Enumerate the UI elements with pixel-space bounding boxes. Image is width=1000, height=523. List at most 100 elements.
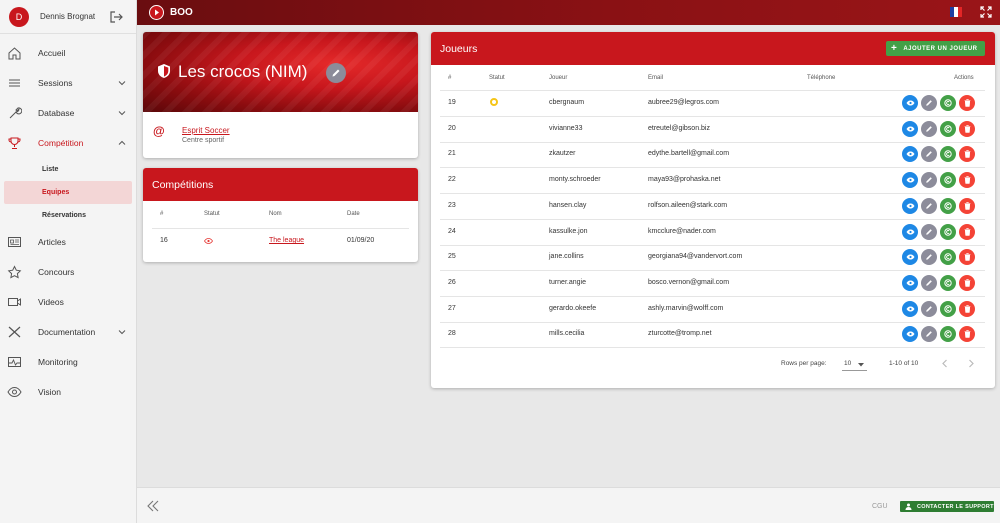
edit-button[interactable] [921, 326, 937, 343]
player-username: cbergnaum [549, 99, 585, 106]
sidebar-item-database[interactable]: Database [0, 98, 136, 128]
delete-button[interactable] [959, 249, 975, 266]
chevron-left-icon[interactable] [941, 359, 949, 368]
column-header: Email [648, 75, 664, 81]
user-name: Dennis Brognat [40, 12, 96, 21]
validate-button[interactable] [940, 249, 956, 266]
sidebar-subitem-reservations[interactable]: Réservations [0, 204, 136, 227]
view-button[interactable] [902, 223, 918, 240]
player-username: zkautzer [549, 150, 576, 158]
view-button[interactable] [902, 172, 918, 189]
sidebar-item-sessions[interactable]: Sessions [0, 68, 136, 98]
sidebar-item-competition[interactable]: Compétition [0, 128, 136, 158]
validate-button[interactable] [940, 146, 956, 163]
fullscreen-icon[interactable] [980, 6, 992, 18]
view-button[interactable] [902, 146, 918, 163]
edit-button[interactable] [921, 120, 937, 137]
sidebar-subitem-equipes[interactable]: Equipes [4, 181, 132, 204]
sidebar-item-label: Database [38, 108, 75, 118]
pencil-icon [926, 177, 932, 183]
delete-button[interactable] [959, 300, 975, 317]
validate-button[interactable] [940, 326, 956, 343]
player-email: zturcotte@tromp.net [648, 330, 712, 338]
row-actions [902, 197, 975, 214]
column-header: Actions [954, 75, 974, 81]
validate-button[interactable] [940, 172, 956, 189]
sidebar-item-accueil[interactable]: Accueil [0, 38, 136, 68]
language-flag-icon[interactable] [950, 7, 962, 17]
contact-support-button[interactable]: CONTACTER LE SUPPORT [900, 501, 994, 512]
eye-icon [906, 203, 914, 209]
delete-button[interactable] [959, 223, 975, 240]
chevron-right-icon[interactable] [967, 359, 975, 368]
brand-logo[interactable] [149, 5, 164, 20]
sidebar-item-label: Accueil [38, 48, 66, 58]
eye-icon [906, 306, 914, 312]
view-button[interactable] [902, 274, 918, 291]
validate-button[interactable] [940, 274, 956, 291]
cgu-link[interactable]: CGU [872, 503, 888, 510]
sidebar-subitem-liste[interactable]: Liste [0, 158, 136, 181]
add-player-button[interactable]: + AJOUTER UN JOUEUR [886, 41, 985, 56]
edit-button[interactable] [921, 146, 937, 163]
pagination-range: 1-10 of 10 [889, 360, 919, 367]
validate-button[interactable] [940, 197, 956, 214]
caret-down-icon [858, 363, 864, 367]
validate-button[interactable] [940, 95, 956, 111]
edit-team-button[interactable] [326, 63, 346, 83]
delete-button[interactable] [959, 326, 975, 343]
avatar[interactable]: D [9, 6, 29, 27]
players-header: Joueurs + AJOUTER UN JOUEUR [431, 32, 995, 65]
collapse-sidebar-icon[interactable] [147, 500, 159, 512]
trash-icon [964, 227, 970, 236]
sidebar-item-label: Documentation [38, 327, 96, 337]
column-header: Statut [204, 211, 220, 217]
eye-icon [906, 151, 914, 157]
logout-icon[interactable] [109, 10, 123, 24]
validate-button[interactable] [940, 300, 956, 317]
view-button[interactable] [902, 249, 918, 266]
player-username: mills.cecilia [549, 330, 585, 338]
column-header: # [160, 211, 164, 217]
sidebar-item-label: Articles [38, 237, 66, 247]
edit-button[interactable] [921, 172, 937, 189]
validate-button[interactable] [940, 120, 956, 137]
column-header: Joueur [549, 75, 568, 81]
view-button[interactable] [902, 95, 918, 111]
delete-button[interactable] [959, 95, 975, 111]
newspaper-icon [8, 237, 21, 247]
sidebar-item-videos[interactable]: Videos [0, 287, 136, 317]
sidebar-item-articles[interactable]: Articles [0, 227, 136, 257]
rows-per-page-select[interactable]: 10 [842, 357, 867, 371]
delete-button[interactable] [959, 197, 975, 214]
sidebar-item-concours[interactable]: Concours [0, 257, 136, 287]
table-row: 27 gerardo.okeefe ashly.marvin@wolff.com [440, 297, 985, 323]
sidebar-item-monitoring[interactable]: Monitoring [0, 347, 136, 377]
delete-button[interactable] [959, 146, 975, 163]
edit-button[interactable] [921, 197, 937, 214]
club-link[interactable]: Esprit Soccer [182, 126, 230, 135]
player-email: ashly.marvin@wolff.com [648, 304, 724, 312]
delete-button[interactable] [959, 172, 975, 189]
edit-button[interactable] [921, 223, 937, 240]
edit-button[interactable] [921, 300, 937, 317]
validate-button[interactable] [940, 223, 956, 240]
view-button[interactable] [902, 197, 918, 214]
delete-button[interactable] [959, 274, 975, 291]
competition-link[interactable]: The league [269, 237, 304, 244]
pencil-icon [332, 69, 340, 77]
competition-id: 16 [160, 237, 168, 244]
sidebar-item-documentation[interactable]: Documentation [0, 317, 136, 347]
edit-button[interactable] [921, 249, 937, 266]
sidebar-item-vision[interactable]: Vision [0, 377, 136, 407]
edit-button[interactable] [921, 95, 937, 111]
delete-button[interactable] [959, 120, 975, 137]
view-button[interactable] [902, 300, 918, 317]
edit-button[interactable] [921, 274, 937, 291]
view-button[interactable] [902, 326, 918, 343]
table-pagination: Rows per page: 10 1-10 of 10 [431, 354, 995, 374]
player-email: aubree29@legros.com [648, 99, 719, 106]
chevron-down-icon [118, 81, 126, 86]
row-actions [902, 326, 975, 343]
view-button[interactable] [902, 120, 918, 137]
